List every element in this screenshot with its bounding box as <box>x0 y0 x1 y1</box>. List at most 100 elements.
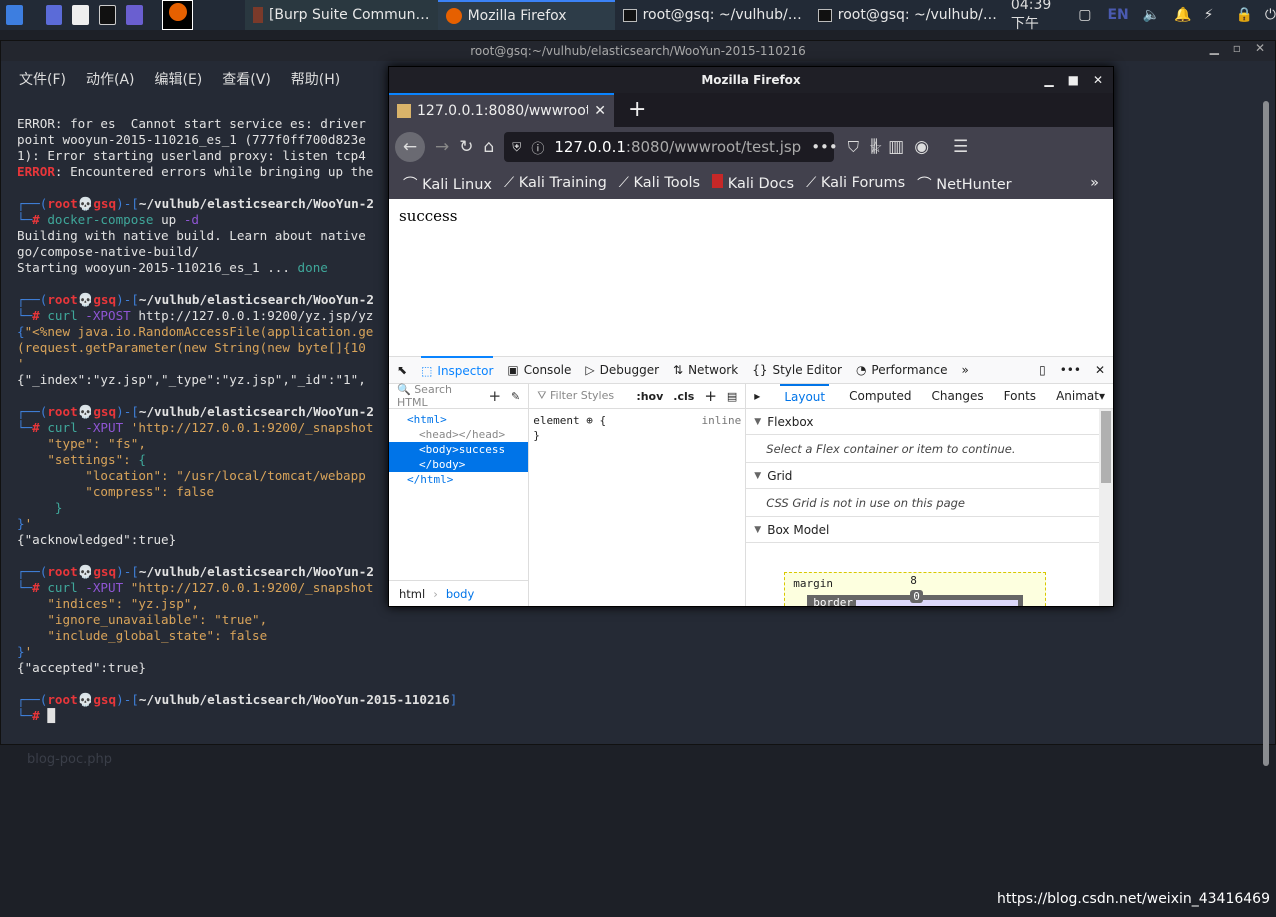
more-tabs-icon[interactable]: » <box>961 363 968 377</box>
tab-network[interactable]: ⇅ Network <box>673 356 738 384</box>
print-simulation-icon[interactable]: ▤ <box>727 390 737 403</box>
task-burp[interactable]: [Burp Suite Commun… <box>244 0 438 30</box>
breadcrumb-html[interactable]: html <box>399 587 425 601</box>
add-node-icon[interactable]: + <box>488 387 501 405</box>
maximize-icon[interactable]: ▫ <box>1233 41 1241 55</box>
close-devtools-icon[interactable]: ✕ <box>1095 363 1105 377</box>
menu-icon[interactable]: ☰ <box>953 137 968 157</box>
tab-strip: 127.0.0.1:8080/wwwroot ✕ + <box>389 93 1113 127</box>
tree-node-head[interactable]: <head></head> <box>389 427 528 442</box>
element-picker-icon[interactable]: ⬉ <box>397 363 407 377</box>
terminal-icon[interactable] <box>99 5 117 25</box>
library-icon[interactable]: ⫼ <box>870 137 878 157</box>
tree-node-html[interactable]: <html> <box>389 412 528 427</box>
minimize-icon[interactable]: ▁ <box>1210 41 1219 55</box>
section-flexbox[interactable]: ▼ Flexbox <box>746 409 1099 435</box>
site-info-icon[interactable]: ⓘ <box>531 138 544 157</box>
menu-view[interactable]: 查看(V) <box>222 69 271 89</box>
tree-node-body[interactable]: <body>success </body> <box>389 442 529 472</box>
notifications-icon[interactable]: 🔔 <box>1174 7 1191 23</box>
hov-toggle[interactable]: :hov <box>636 390 663 403</box>
minimize-icon[interactable]: ▁ <box>1044 67 1053 93</box>
close-icon[interactable]: ✕ <box>1255 41 1265 55</box>
firefox-launcher-icon[interactable] <box>162 0 193 30</box>
tab-fonts[interactable]: Fonts <box>1004 389 1036 403</box>
url-bar[interactable]: ⛨ ⓘ 127.0.0.1:8080/wwwroot/test.jsp ••• … <box>504 132 882 162</box>
terminal-window-controls: ▁ ▫ ✕ <box>1210 41 1265 55</box>
forward-button[interactable]: → <box>435 137 449 157</box>
task-terminal-2[interactable]: root@gsq: ~/vulhub/… <box>810 0 1005 30</box>
layout-pane: ▸ Layout Computed Changes Fonts Animat▾ … <box>746 384 1113 606</box>
tab-style-editor[interactable]: {} Style Editor <box>752 356 842 384</box>
bookmark-kali-docs[interactable]: Kali Docs <box>712 174 794 192</box>
display-icon[interactable]: ▢ <box>1078 7 1091 23</box>
back-button[interactable]: ← <box>395 132 425 162</box>
browser-tab[interactable]: 127.0.0.1:8080/wwwroot ✕ <box>389 93 614 127</box>
menu-help[interactable]: 帮助(H) <box>291 69 340 89</box>
tab-layout[interactable]: Layout <box>780 384 830 408</box>
breadcrumb-body[interactable]: body <box>446 587 474 601</box>
tab-computed[interactable]: Computed <box>849 389 911 403</box>
menu-edit[interactable]: 编辑(E) <box>155 69 203 89</box>
margin-top-value[interactable]: 8 <box>910 574 917 587</box>
filter-styles-input[interactable]: ⛛ Filter Styles <box>537 389 614 403</box>
tab-performance[interactable]: ◔ Performance <box>856 356 948 384</box>
devtools-options-icon[interactable]: ••• <box>1060 363 1081 377</box>
search-html-input[interactable]: 🔍 Search HTML <box>397 383 478 409</box>
logout-icon[interactable]: ⏻ <box>1265 7 1276 23</box>
box-model-margin[interactable]: margin 8 border 0 <box>784 572 1047 606</box>
bookmark-kali-forums[interactable]: ⟋ Kali Forums <box>806 175 905 191</box>
task-firefox[interactable]: Mozilla Firefox <box>437 0 615 30</box>
close-icon[interactable]: ✕ <box>1093 67 1103 93</box>
close-tab-icon[interactable]: ✕ <box>594 103 606 119</box>
desktop-file-label[interactable]: blog-poc.php <box>27 752 112 767</box>
responsive-mode-icon[interactable]: ▯ <box>1039 363 1046 377</box>
terminal-text: └─ <box>17 308 33 323</box>
terminal-text: ' <box>17 356 25 371</box>
keyboard-layout[interactable]: EN <box>1107 7 1128 23</box>
tab-console[interactable]: ▣ Console <box>507 356 571 384</box>
account-icon[interactable]: ◉ <box>914 137 929 157</box>
border-top-value[interactable]: 0 <box>910 590 923 603</box>
bookmark-nethunter[interactable]: ⌒ NetHunter <box>917 173 1011 194</box>
lock-icon[interactable]: 🔒 <box>1235 7 1252 23</box>
tab-animations[interactable]: Animat▾ <box>1056 389 1105 403</box>
bookmark-kali-tools[interactable]: ⟋ Kali Tools <box>619 175 700 191</box>
toggle-sidebar-icon[interactable]: ▸ <box>754 389 760 403</box>
task-terminal-1[interactable]: root@gsq: ~/vulhub/… <box>615 0 810 30</box>
layout-scrollbar[interactable] <box>1099 409 1113 606</box>
rule-source[interactable]: inline <box>702 413 742 428</box>
sidebar-icon[interactable]: ▥ <box>888 137 904 157</box>
cls-toggle[interactable]: .cls <box>673 390 694 403</box>
tab-inspector[interactable]: ⬚ Inspector <box>421 356 494 384</box>
home-button[interactable]: ⌂ <box>484 137 495 157</box>
screen-recorder-icon[interactable] <box>126 5 144 25</box>
clock[interactable]: 04:39 下午 <box>1011 0 1066 33</box>
eyedropper-icon[interactable]: ✎ <box>511 390 520 403</box>
power-manager-icon[interactable]: ⚡ <box>1204 7 1214 23</box>
tree-node-html-close[interactable]: </html> <box>389 472 528 487</box>
add-rule-icon[interactable]: + <box>704 387 717 405</box>
menu-file[interactable]: 文件(F) <box>19 69 66 89</box>
reload-button[interactable]: ↻ <box>459 137 473 157</box>
tab-debugger[interactable]: ▷ Debugger <box>585 356 659 384</box>
file-manager-icon[interactable] <box>72 5 90 25</box>
bookmark-kali-training[interactable]: ⟋ Kali Training <box>504 175 607 191</box>
more-bookmarks-icon[interactable]: » <box>1090 175 1099 191</box>
maximize-icon[interactable]: ■ <box>1068 67 1079 93</box>
box-model-border[interactable]: border 0 <box>807 590 1024 606</box>
tracking-shield-icon[interactable]: ⛨ <box>512 140 521 155</box>
pocket-icon[interactable]: ⛉ <box>848 138 859 156</box>
terminal-scrollbar[interactable] <box>1263 101 1269 766</box>
terminal-title: root@gsq:~/vulhub/elasticsearch/WooYun-2… <box>1 41 1275 61</box>
page-actions-icon[interactable]: ••• <box>811 138 838 156</box>
section-box-model[interactable]: ▼ Box Model <box>746 517 1099 543</box>
new-tab-button[interactable]: + <box>614 93 660 127</box>
kali-menu-icon[interactable] <box>6 5 23 25</box>
workspace-icon[interactable] <box>45 5 63 25</box>
tab-changes[interactable]: Changes <box>931 389 983 403</box>
menu-actions[interactable]: 动作(A) <box>86 69 135 89</box>
section-grid[interactable]: ▼ Grid <box>746 463 1099 489</box>
volume-icon[interactable]: 🔈 <box>1143 7 1160 23</box>
bookmark-kali-linux[interactable]: ⌒ Kali Linux <box>403 173 492 194</box>
